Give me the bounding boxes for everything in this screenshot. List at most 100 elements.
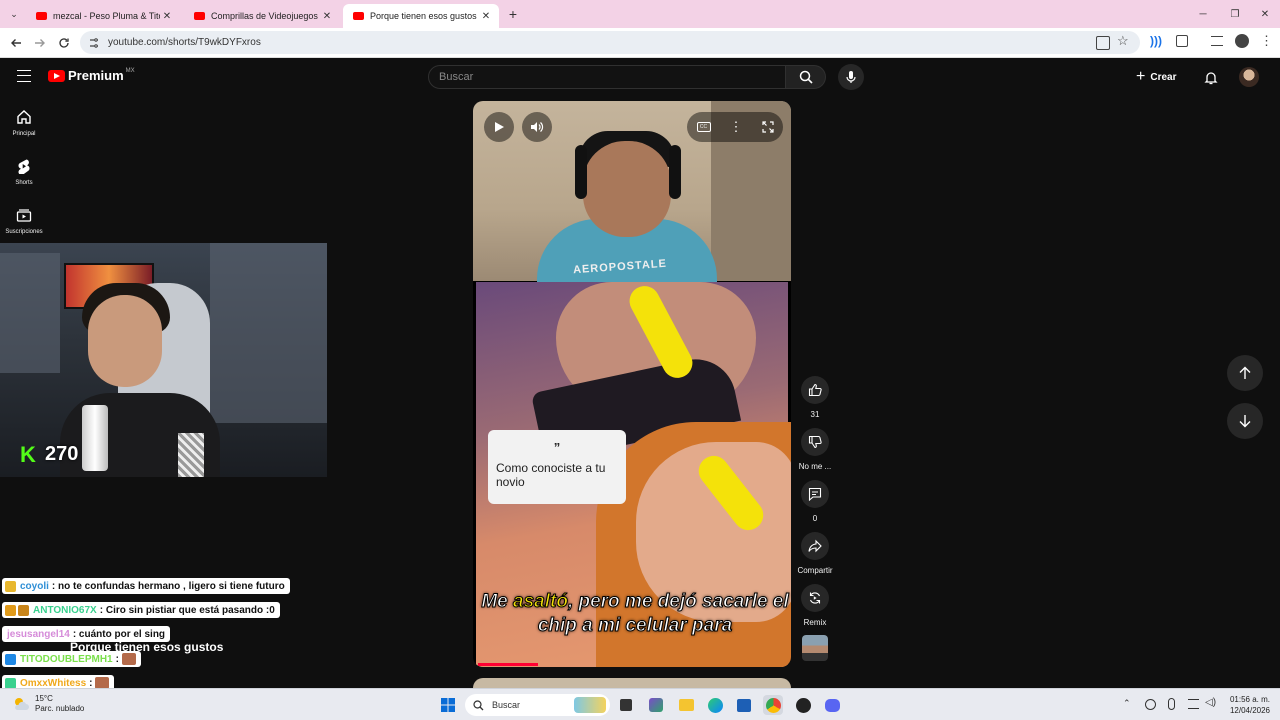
captions-icon[interactable]: CC [696, 122, 711, 132]
microsoft-store-icon[interactable] [734, 695, 754, 715]
hamburger-menu-icon[interactable] [17, 70, 31, 82]
logo-text: Premium [68, 68, 124, 83]
shorts-video-player[interactable]: AEROPOSTALE ” Como conociste a tu novio … [473, 101, 791, 667]
shorts-icon [15, 157, 33, 175]
windows-logo-icon [441, 698, 455, 712]
tab-close-icon[interactable]: ✕ [320, 11, 334, 22]
new-tab-button[interactable]: + [504, 5, 522, 23]
browser-tab-3-active[interactable]: Porque tienen esos gustos - Yo ✕ [343, 4, 499, 28]
play-button[interactable] [484, 112, 514, 142]
tab-close-icon[interactable]: ✕ [479, 11, 493, 22]
more-options-icon[interactable]: ⋮ [730, 119, 743, 135]
browser-menu-icon[interactable]: ⋮ [1260, 33, 1273, 49]
comment-icon [801, 480, 829, 508]
share-label: Compartir [797, 566, 833, 575]
subscriptions-icon [15, 206, 33, 224]
tab-search-chevron-icon[interactable]: ⌄ [6, 6, 22, 22]
remix-icon [801, 584, 829, 612]
previous-short-button[interactable] [1227, 355, 1263, 391]
browser-tab-2[interactable]: Comprillas de Videojuegos #11 ✕ [184, 4, 340, 28]
close-window-button[interactable]: ✕ [1248, 0, 1280, 28]
restore-button[interactable]: ❐ [1218, 0, 1252, 28]
file-explorer-icon[interactable] [676, 695, 696, 715]
subscriber-badge-icon [5, 677, 16, 689]
tab-close-icon[interactable]: ✕ [160, 11, 174, 22]
reload-button[interactable] [54, 33, 74, 53]
volume-tray-icon[interactable]: ◁) [1205, 697, 1216, 708]
app-icon[interactable] [793, 695, 813, 715]
show-hidden-icons-icon[interactable]: ⌃ [1123, 698, 1131, 709]
task-view-icon[interactable] [616, 695, 636, 715]
voice-search-button[interactable] [838, 64, 864, 90]
wifi-icon[interactable] [1188, 699, 1199, 709]
network-icon[interactable] [1145, 699, 1156, 710]
streamer-webcam [0, 243, 327, 477]
extensions-puzzle-icon[interactable] [1176, 35, 1188, 47]
chat-username: coyoli [20, 580, 49, 592]
back-button[interactable] [6, 33, 26, 53]
chat-text: : Ciro sin pistiar que está pasando :0 [99, 604, 275, 616]
gifter-badge-icon [18, 604, 29, 616]
discord-icon[interactable] [822, 695, 842, 715]
search-icon [799, 70, 813, 84]
bookmark-star-icon[interactable]: ☆ [1117, 33, 1129, 49]
address-bar[interactable]: youtube.com/shorts/T9wkDYFxros [80, 31, 1140, 54]
start-button[interactable] [438, 695, 458, 715]
dislike-label: No me ... [798, 462, 832, 471]
widgets-app-icon[interactable] [646, 695, 666, 715]
youtube-logo-icon [48, 69, 65, 82]
taskbar-search[interactable]: Buscar [465, 694, 610, 716]
chat-emote-icon [121, 653, 136, 665]
search-input[interactable]: Buscar [428, 65, 786, 89]
remix-button[interactable]: Remix [797, 584, 833, 627]
account-avatar[interactable] [1239, 67, 1259, 87]
sidebar-item-shorts[interactable]: Shorts [0, 157, 48, 186]
next-short-preview[interactable] [473, 678, 791, 688]
extension-wave-icon[interactable]: ))) [1150, 34, 1162, 48]
search-icon [473, 699, 484, 710]
quote-mark-icon: ” [553, 440, 561, 455]
browser-tab-strip: ⌄ mezcal - Peso Pluma & Tito Do ✕ Compri… [0, 0, 1280, 28]
sidebar-item-suscripciones[interactable]: Suscripciones [0, 206, 48, 235]
chrome-browser-icon[interactable] [763, 695, 783, 715]
country-code: MX [125, 68, 135, 74]
search-button[interactable] [786, 65, 826, 89]
video-progress-bar[interactable] [478, 663, 538, 666]
chat-username: TITODOUBLEPMH1 [20, 653, 113, 665]
chat-username: ANTONIO67X [33, 604, 97, 616]
browser-tab-1[interactable]: mezcal - Peso Pluma & Tito Do ✕ [26, 4, 180, 28]
sidebar-item-label: Shorts [15, 180, 33, 186]
sidebar-item-principal[interactable]: Principal [0, 108, 48, 137]
install-app-icon[interactable] [1096, 36, 1110, 50]
volume-button[interactable] [522, 112, 552, 142]
subscriber-badge-icon [5, 580, 16, 592]
reload-icon [59, 38, 69, 48]
channel-avatar[interactable] [802, 635, 828, 661]
forward-button[interactable] [30, 33, 50, 53]
create-button[interactable]: + Crear [1136, 67, 1176, 87]
youtube-favicon-icon [353, 12, 364, 20]
fullscreen-icon[interactable] [761, 121, 774, 133]
tab-title: Porque tienen esos gustos - Yo [370, 11, 479, 21]
like-button[interactable]: 31 [797, 376, 833, 419]
mic-tray-icon[interactable] [1168, 698, 1175, 710]
windows-taskbar: 15°C Parc. nublado Buscar ⌃ ◁) 01:56 a. … [0, 688, 1280, 720]
next-short-button[interactable] [1227, 403, 1263, 439]
question-text: Como conociste a tu novio [496, 461, 606, 489]
weather-widget[interactable]: 15°C Parc. nublado [12, 694, 84, 714]
tab-title: Comprillas de Videojuegos #11 [211, 11, 320, 21]
edge-browser-icon[interactable] [705, 695, 725, 715]
comments-button[interactable]: 0 [797, 480, 833, 523]
youtube-premium-logo[interactable]: Premium MX [48, 68, 135, 83]
minimize-button[interactable]: ─ [1186, 0, 1220, 28]
share-button[interactable]: Compartir [797, 532, 833, 575]
media-controls-icon[interactable] [1211, 36, 1223, 46]
dislike-button[interactable]: No me ... [797, 428, 833, 471]
system-clock[interactable]: 01:56 a. m. 12/04/2026 [1222, 694, 1270, 716]
notifications-button[interactable] [1202, 68, 1220, 86]
caption-part: Me [481, 591, 514, 613]
profile-avatar-icon[interactable] [1235, 34, 1249, 48]
viewer-count: 270 [45, 443, 79, 465]
arrow-up-icon [1239, 366, 1251, 379]
site-info-icon[interactable] [88, 37, 100, 49]
